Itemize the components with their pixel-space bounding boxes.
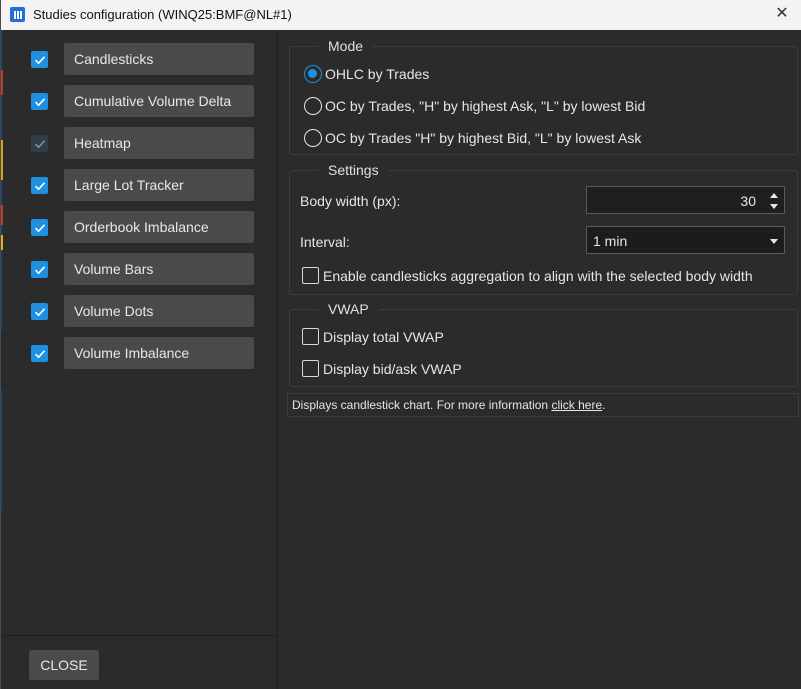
footer-divider bbox=[3, 635, 278, 636]
vwap-group: VWAP Display total VWAP Display bid/ask … bbox=[289, 301, 798, 387]
mode-option-label: OC by Trades "H" by highest Bid, "L" by … bbox=[325, 130, 642, 146]
study-button-volume-dots[interactable]: Volume Dots bbox=[64, 295, 254, 327]
app-icon bbox=[10, 7, 25, 22]
study-button-candlesticks[interactable]: Candlesticks bbox=[64, 43, 254, 75]
body-width-label: Body width (px): bbox=[300, 193, 401, 209]
study-checkbox[interactable] bbox=[31, 261, 48, 278]
study-row-volume-dots: Volume Dots bbox=[29, 295, 255, 327]
total-vwap-label: Display total VWAP bbox=[323, 329, 444, 345]
close-icon[interactable]: ✕ bbox=[772, 4, 792, 24]
study-row-orderbook-imbalance: Orderbook Imbalance bbox=[29, 211, 255, 243]
study-checkbox[interactable] bbox=[31, 345, 48, 362]
check-icon bbox=[34, 307, 45, 316]
study-button-volume-imbalance[interactable]: Volume Imbalance bbox=[64, 337, 254, 369]
info-suffix: . bbox=[602, 398, 606, 412]
study-row-heatmap: Heatmap bbox=[29, 127, 255, 159]
chevron-down-icon bbox=[770, 239, 778, 244]
check-icon bbox=[34, 265, 45, 274]
check-icon bbox=[34, 55, 45, 64]
studies-config-window: Studies configuration (WINQ25:BMF@NL#1) … bbox=[0, 0, 801, 689]
mode-group: Mode OHLC by Trades OC by Trades, "H" by… bbox=[289, 38, 798, 155]
interval-value: 1 min bbox=[593, 233, 628, 249]
check-icon bbox=[34, 349, 45, 358]
total-vwap-checkbox[interactable] bbox=[302, 328, 319, 345]
study-button-large-lot-tracker[interactable]: Large Lot Tracker bbox=[64, 169, 254, 201]
interval-label: Interval: bbox=[300, 234, 350, 250]
check-icon bbox=[34, 139, 45, 148]
study-checkbox[interactable] bbox=[31, 219, 48, 236]
close-button[interactable]: CLOSE bbox=[29, 650, 99, 680]
study-checkbox-disabled bbox=[31, 135, 48, 152]
bidask-vwap-checkbox[interactable] bbox=[302, 360, 319, 377]
study-row-volume-imbalance: Volume Imbalance bbox=[29, 337, 255, 369]
info-bar: Displays candlestick chart. For more inf… bbox=[287, 393, 799, 417]
mode-option-label: OHLC by Trades bbox=[325, 66, 430, 82]
study-checkbox[interactable] bbox=[31, 93, 48, 110]
window-title: Studies configuration (WINQ25:BMF@NL#1) bbox=[33, 7, 292, 22]
study-row-candlesticks: Candlesticks bbox=[29, 43, 255, 75]
studies-list-panel: Candlesticks Cumulative Volume Delta Hea… bbox=[3, 30, 278, 689]
spin-arrows-icon[interactable] bbox=[770, 191, 778, 211]
study-checkbox[interactable] bbox=[31, 51, 48, 68]
aggregation-checkbox[interactable] bbox=[302, 267, 319, 284]
study-row-large-lot-tracker: Large Lot Tracker bbox=[29, 169, 255, 201]
title-bar: Studies configuration (WINQ25:BMF@NL#1) … bbox=[1, 0, 801, 30]
check-icon bbox=[34, 181, 45, 190]
mode-option-label: OC by Trades, "H" by highest Ask, "L" by… bbox=[325, 98, 646, 114]
check-icon bbox=[34, 97, 45, 106]
study-button-cumulative-volume-delta[interactable]: Cumulative Volume Delta bbox=[64, 85, 254, 117]
study-button-volume-bars[interactable]: Volume Bars bbox=[64, 253, 254, 285]
study-row-cumulative-volume-delta: Cumulative Volume Delta bbox=[29, 85, 255, 117]
bidask-vwap-label: Display bid/ask VWAP bbox=[323, 361, 462, 377]
settings-group: Settings Body width (px): 30 Interval: 1… bbox=[289, 162, 798, 295]
aggregation-label: Enable candlesticks aggregation to align… bbox=[323, 268, 753, 284]
study-button-orderbook-imbalance[interactable]: Orderbook Imbalance bbox=[64, 211, 254, 243]
mode-radio-oc-bid-ask[interactable] bbox=[304, 129, 322, 147]
interval-dropdown[interactable]: 1 min bbox=[586, 226, 785, 254]
study-row-volume-bars: Volume Bars bbox=[29, 253, 255, 285]
study-button-heatmap[interactable]: Heatmap bbox=[64, 127, 254, 159]
study-checkbox[interactable] bbox=[31, 303, 48, 320]
mode-group-title: Mode bbox=[318, 38, 374, 54]
body-width-value: 30 bbox=[740, 193, 756, 209]
mode-radio-oc-ask-bid[interactable] bbox=[304, 97, 322, 115]
settings-group-title: Settings bbox=[318, 162, 389, 178]
body-width-spinbox[interactable]: 30 bbox=[586, 186, 785, 214]
info-link[interactable]: click here bbox=[551, 398, 602, 412]
check-icon bbox=[34, 223, 45, 232]
vwap-group-title: VWAP bbox=[318, 301, 379, 317]
info-text: Displays candlestick chart. For more inf… bbox=[292, 398, 552, 412]
mode-radio-ohlc[interactable] bbox=[304, 65, 322, 83]
study-checkbox[interactable] bbox=[31, 177, 48, 194]
